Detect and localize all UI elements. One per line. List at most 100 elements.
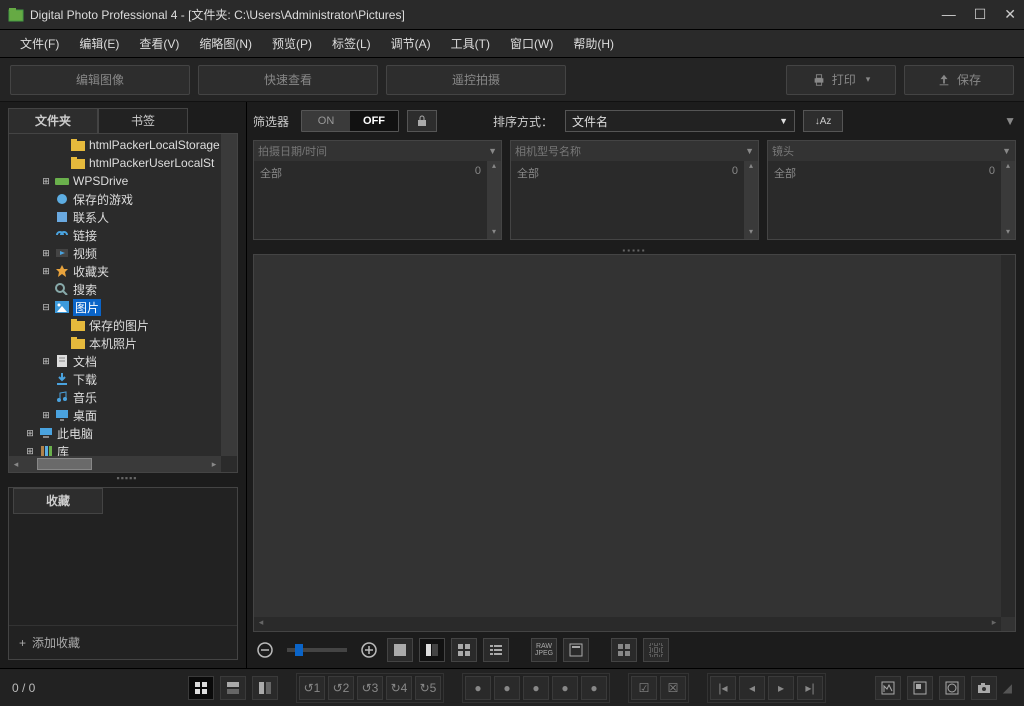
- lock-button[interactable]: [407, 110, 437, 132]
- nav-last-button[interactable]: ▸|: [797, 676, 823, 700]
- zoom-in-button[interactable]: [357, 638, 381, 662]
- close-button[interactable]: ✕: [1004, 6, 1016, 23]
- tree-item[interactable]: ⊞文档: [9, 352, 237, 370]
- tree-item[interactable]: ⊞WPSDrive: [9, 172, 237, 190]
- menu-view[interactable]: 查看(V): [129, 31, 189, 56]
- raw-jpeg-button[interactable]: RAWJPEG: [531, 638, 557, 662]
- zoom-slider[interactable]: [287, 648, 347, 652]
- filter-scrollbar[interactable]: ▴▾: [487, 161, 501, 239]
- tree-item[interactable]: 链接: [9, 226, 237, 244]
- edit-image-button[interactable]: 编辑图像: [10, 65, 190, 95]
- filter-row[interactable]: 全部0: [511, 161, 744, 239]
- view-detail-button[interactable]: [419, 638, 445, 662]
- tree-scrollbar-h[interactable]: ◂ ▸: [9, 456, 221, 472]
- tree-scrollbar-v[interactable]: [221, 134, 237, 456]
- layout-split-h-button[interactable]: [220, 676, 246, 700]
- tab-folder[interactable]: 文件夹: [8, 108, 98, 134]
- menu-preview[interactable]: 预览(P): [262, 31, 322, 56]
- info-overlay-button[interactable]: [563, 638, 589, 662]
- tree-item[interactable]: 下载: [9, 370, 237, 388]
- tree-item[interactable]: ⊞此电脑: [9, 424, 237, 442]
- favorites-tab[interactable]: 收藏: [13, 488, 103, 514]
- scroll-right-icon[interactable]: ▸: [207, 459, 221, 470]
- nav-next-button[interactable]: ▸: [768, 676, 794, 700]
- rotation-5-button[interactable]: ↻5: [415, 676, 441, 700]
- expand-icon[interactable]: ⊞: [25, 428, 35, 439]
- view-grid-button[interactable]: [451, 638, 477, 662]
- tree-item[interactable]: 联系人: [9, 208, 237, 226]
- resize-grip[interactable]: ◢: [1003, 681, 1012, 695]
- rating-1[interactable]: ●: [465, 676, 491, 700]
- rating-5[interactable]: ●: [581, 676, 607, 700]
- tab-bookmark[interactable]: 书签: [98, 108, 188, 134]
- tree-item[interactable]: htmlPackerLocalStorage: [9, 136, 237, 154]
- scroll-right-icon[interactable]: ▸: [987, 617, 1001, 631]
- filter-panel-head[interactable]: 相机型号名称▼: [511, 141, 758, 161]
- menu-adjust[interactable]: 调节(A): [381, 31, 441, 56]
- tree-item[interactable]: 保存的游戏: [9, 190, 237, 208]
- grid-dashed-button[interactable]: [643, 638, 669, 662]
- menu-window[interactable]: 窗口(W): [500, 31, 563, 56]
- save-button[interactable]: 保存: [904, 65, 1014, 95]
- menu-edit[interactable]: 编辑(E): [69, 31, 129, 56]
- expand-icon[interactable]: ⊞: [41, 356, 51, 367]
- expand-icon[interactable]: ⊞: [25, 446, 35, 457]
- rating-2[interactable]: ●: [494, 676, 520, 700]
- tree-item[interactable]: 搜索: [9, 280, 237, 298]
- filter-off-button[interactable]: OFF: [350, 111, 398, 131]
- panels-splitter[interactable]: ▪▪▪▪▪: [253, 246, 1016, 254]
- remote-shoot-button[interactable]: 遥控拍摄: [386, 65, 566, 95]
- nav-prev-button[interactable]: ◂: [739, 676, 765, 700]
- rotation-4-button[interactable]: ↻4: [386, 676, 412, 700]
- filter-row[interactable]: 全部0: [768, 161, 1001, 239]
- panel-camera-button[interactable]: [971, 676, 997, 700]
- panel-info-button[interactable]: [939, 676, 965, 700]
- expand-icon[interactable]: ⊞: [41, 266, 51, 277]
- tree-item[interactable]: ⊞收藏夹: [9, 262, 237, 280]
- scroll-left-icon[interactable]: ◂: [254, 617, 268, 631]
- check-clear[interactable]: ☒: [660, 676, 686, 700]
- filter-scrollbar[interactable]: ▴▾: [1001, 161, 1015, 239]
- layout-grid-button[interactable]: [188, 676, 214, 700]
- quick-view-button[interactable]: 快速查看: [198, 65, 378, 95]
- tree-item[interactable]: htmlPackerUserLocalSt: [9, 154, 237, 172]
- check-toggle[interactable]: ☑: [631, 676, 657, 700]
- panel-histogram-button[interactable]: [875, 676, 901, 700]
- sort-direction-button[interactable]: ↓Az: [803, 110, 843, 132]
- expand-icon[interactable]: ⊞: [41, 410, 51, 421]
- menu-help[interactable]: 帮助(H): [563, 31, 624, 56]
- rotation-3-button[interactable]: ↺3: [357, 676, 383, 700]
- view-single-button[interactable]: [387, 638, 413, 662]
- filter-on-button[interactable]: ON: [302, 111, 350, 131]
- menu-tools[interactable]: 工具(T): [441, 31, 500, 56]
- zoom-handle[interactable]: [295, 644, 303, 656]
- splitter-grip[interactable]: ▪▪▪▪▪: [8, 473, 246, 483]
- rotation-1-button[interactable]: ↺1: [299, 676, 325, 700]
- menu-label[interactable]: 标签(L): [322, 31, 381, 56]
- collapse-filter-button[interactable]: ▼: [1004, 114, 1016, 128]
- filter-scrollbar[interactable]: ▴▾: [744, 161, 758, 239]
- filter-row[interactable]: 全部0: [254, 161, 487, 239]
- rotation-2-button[interactable]: ↺2: [328, 676, 354, 700]
- filter-panel-head[interactable]: 拍摄日期/时间▼: [254, 141, 501, 161]
- layout-split-v-button[interactable]: [252, 676, 278, 700]
- panel-nav-button[interactable]: [907, 676, 933, 700]
- sort-select[interactable]: 文件名 ▼: [565, 110, 795, 132]
- grid4-button[interactable]: [611, 638, 637, 662]
- menu-file[interactable]: 文件(F): [10, 31, 69, 56]
- print-button[interactable]: 打印: [786, 65, 896, 95]
- nav-first-button[interactable]: |◂: [710, 676, 736, 700]
- rating-3[interactable]: ●: [523, 676, 549, 700]
- minimize-button[interactable]: —: [942, 6, 956, 23]
- expand-icon[interactable]: ⊟: [41, 302, 51, 313]
- tree-item[interactable]: 音乐: [9, 388, 237, 406]
- view-list-button[interactable]: [483, 638, 509, 662]
- thumb-scrollbar-h[interactable]: ◂ ▸: [254, 617, 1001, 631]
- tree-item[interactable]: ⊟图片: [9, 298, 237, 316]
- scroll-left-icon[interactable]: ◂: [9, 459, 23, 470]
- tree-item[interactable]: ⊞桌面: [9, 406, 237, 424]
- rating-4[interactable]: ●: [552, 676, 578, 700]
- maximize-button[interactable]: ☐: [974, 6, 987, 23]
- filter-panel-head[interactable]: 镜头▼: [768, 141, 1015, 161]
- menu-thumbnail[interactable]: 缩略图(N): [189, 31, 262, 56]
